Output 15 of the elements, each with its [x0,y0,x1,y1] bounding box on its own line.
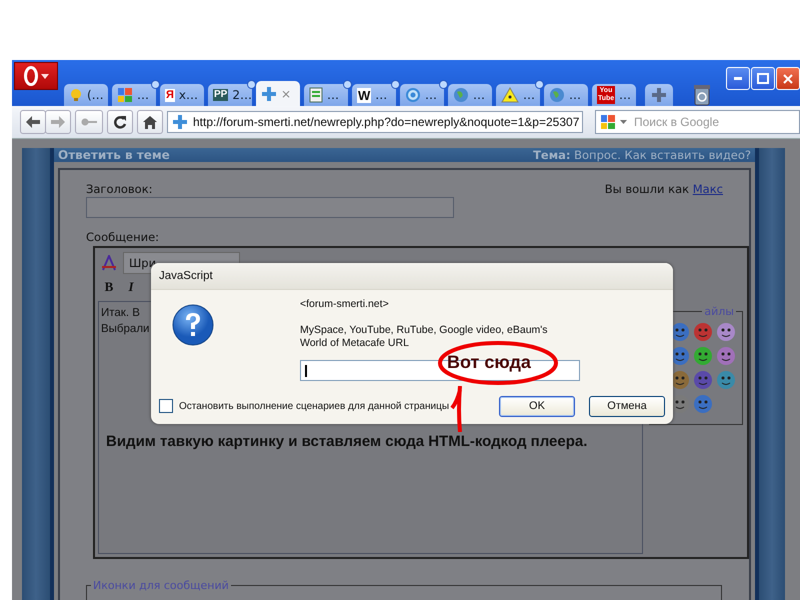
login-text: Вы вошли как Макс [604,182,723,196]
yandex-logo-icon: Я [165,88,175,102]
field-label: Сообщение: [86,230,160,244]
origin-text: <forum-smerti.net> [300,298,390,310]
message-text: Итак. В [101,306,140,321]
topic-text: Тема: Вопрос. Как вставить видео? [533,148,751,162]
wiki-logo-icon: W [357,88,372,102]
field-label: Заголовок: [86,182,153,196]
message-text: Выбрали [101,322,150,337]
callout-text: Вот сюда [447,352,531,373]
caption-text: Видим тавкую картинку и вставляем сюда HTML-кодкод плеера. [106,433,588,450]
checkbox-label: Остановить выполнение сценариев для данной страницы [179,400,450,412]
pp-logo-icon: PP [213,89,228,101]
panel-title: Ответить в теме [58,148,170,162]
prompt-message: MySpace, YouTube, RuTube, Google video, eBaum's World of Metacafe URL [300,324,549,350]
